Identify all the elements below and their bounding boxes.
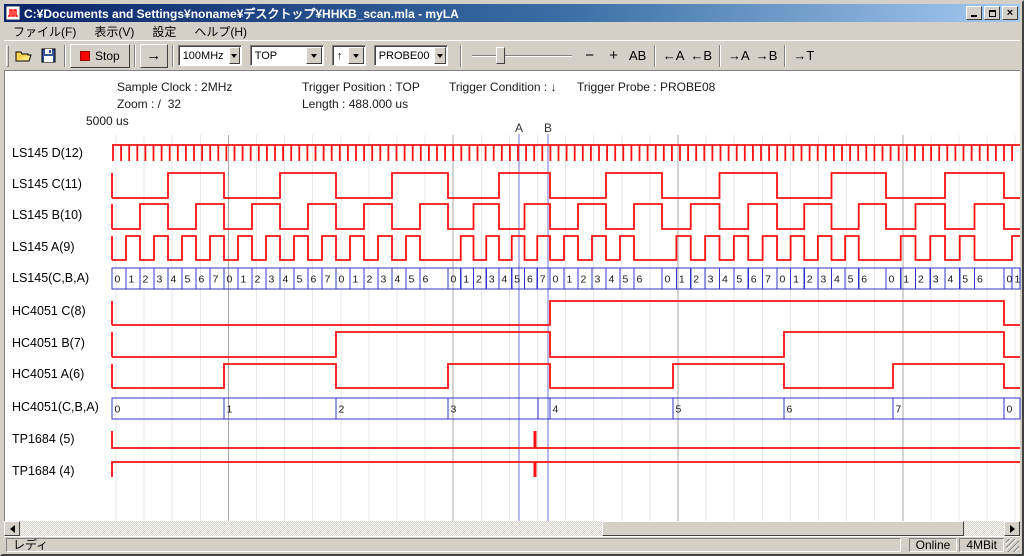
- menu-view[interactable]: 表示(V): [85, 22, 143, 41]
- open-folder-icon: [15, 49, 33, 63]
- channel-label: HC4051(C,B,A): [12, 400, 99, 416]
- channel-label: LS145 A(9): [12, 240, 75, 256]
- save-button[interactable]: [36, 44, 60, 68]
- toolbar-separator: [654, 45, 656, 67]
- title-bar[interactable]: C:¥Documents and Settings¥noname¥デスクトップ¥…: [4, 4, 1020, 22]
- sample-clock-info: Sample Clock : 2MHz: [117, 80, 232, 94]
- stop-button[interactable]: Stop: [70, 44, 130, 68]
- window-title: C:¥Documents and Settings¥noname¥デスクトップ¥…: [24, 5, 966, 22]
- minimize-button[interactable]: [966, 6, 982, 20]
- trigger-edge-value: ↑: [333, 50, 347, 62]
- chevron-down-icon: [311, 54, 317, 58]
- trigger-position-select[interactable]: TOP: [250, 45, 324, 66]
- toolbar-separator: [134, 45, 136, 67]
- channel-label: LS145 C(11): [12, 177, 82, 193]
- channel-label: TP1684 (4): [12, 464, 75, 480]
- status-online-badge: Online: [909, 538, 958, 552]
- run-button[interactable]: →: [140, 44, 168, 68]
- goto-cursor-a-button[interactable]: ←A: [660, 46, 688, 65]
- slider-track: [472, 55, 572, 57]
- channel-label: TP1684 (5): [12, 432, 75, 448]
- chevron-down-icon: [437, 54, 443, 58]
- status-bar: レディ Online 4MBit: [4, 536, 1020, 552]
- stop-label: Stop: [95, 49, 120, 63]
- run-arrow-icon: →: [146, 47, 161, 64]
- status-memory-badge: 4MBit: [959, 538, 1004, 552]
- save-floppy-icon: [41, 48, 56, 63]
- scroll-left-icon: [10, 525, 15, 533]
- channel-label: LS145 D(12): [12, 146, 83, 162]
- trigger-position-value: TOP: [251, 50, 305, 62]
- trigger-condition-arrow: ↓: [551, 80, 557, 94]
- channel-label: HC4051 A(6): [12, 367, 84, 383]
- maximize-icon: [989, 10, 996, 17]
- status-ready: レディ: [6, 538, 901, 552]
- trigger-edge-select[interactable]: ↑: [332, 45, 366, 66]
- trigger-condition-info: Trigger Condition : ↓: [449, 80, 557, 94]
- app-icon: [6, 6, 20, 20]
- toolbar-separator: [172, 45, 174, 67]
- set-cursor-b-button[interactable]: →B: [753, 46, 781, 65]
- resize-grip-icon[interactable]: [1006, 539, 1019, 552]
- zoom-slider[interactable]: [472, 44, 572, 68]
- maximize-button[interactable]: [984, 6, 1000, 20]
- scrollbar-thumb[interactable]: [602, 521, 964, 536]
- trigger-probe-info: Trigger Probe : PROBE08: [577, 80, 715, 94]
- menu-settings[interactable]: 設定: [143, 22, 185, 41]
- sample-clock-value: 100MHz: [179, 50, 228, 62]
- open-file-button[interactable]: [12, 44, 36, 68]
- zoom-out-button[interactable]: −: [578, 45, 602, 66]
- zoom-in-button[interactable]: +: [602, 45, 626, 66]
- app-window: C:¥Documents and Settings¥noname¥デスクトップ¥…: [0, 0, 1024, 556]
- timeline-scale-label: 5000 us: [86, 114, 129, 128]
- minimize-icon: [971, 15, 977, 17]
- chevron-down-icon: [231, 54, 237, 58]
- scroll-right-icon: [1010, 525, 1015, 533]
- goto-trigger-button[interactable]: →T: [790, 46, 817, 65]
- toolbar-grip: [6, 45, 9, 67]
- trigger-probe-select[interactable]: PROBE00: [374, 45, 448, 66]
- menu-file[interactable]: ファイル(F): [4, 22, 85, 41]
- scroll-left-button[interactable]: [4, 521, 20, 536]
- toolbar: Stop → 100MHz TOP ↑ PROBE00 − + AB: [4, 40, 1020, 70]
- dropdown-button[interactable]: [434, 47, 445, 64]
- chevron-down-icon: [353, 54, 359, 58]
- trigger-position-info: Trigger Position : TOP: [302, 80, 420, 94]
- channel-label: LS145(C,B,A): [12, 271, 89, 287]
- menu-help[interactable]: ヘルプ(H): [185, 22, 256, 41]
- dropdown-button[interactable]: [348, 47, 364, 64]
- toolbar-separator: [64, 45, 66, 67]
- slider-thumb[interactable]: [496, 47, 505, 64]
- trigger-probe-value: PROBE00: [375, 50, 434, 62]
- toolbar-separator: [784, 45, 786, 67]
- goto-cursor-b-button[interactable]: ←B: [687, 46, 715, 65]
- close-button[interactable]: ×: [1002, 6, 1018, 20]
- close-icon: ×: [1007, 8, 1013, 18]
- zoom-info: Zoom : / 32: [117, 97, 181, 111]
- toolbar-separator: [719, 45, 721, 67]
- horizontal-scrollbar[interactable]: [4, 521, 1020, 536]
- length-info: Length : 488.000 us: [302, 97, 408, 111]
- waveform-area[interactable]: [4, 70, 1020, 521]
- set-cursor-a-button[interactable]: →A: [725, 46, 753, 65]
- menu-bar: ファイル(F) 表示(V) 設定 ヘルプ(H): [4, 22, 1020, 40]
- channel-label: HC4051 B(7): [12, 336, 85, 352]
- toolbar-separator: [460, 45, 462, 67]
- stop-icon: [80, 51, 90, 61]
- channel-label: LS145 B(10): [12, 208, 82, 224]
- sample-clock-select[interactable]: 100MHz: [178, 45, 242, 66]
- dropdown-button[interactable]: [229, 47, 240, 64]
- zoom-ab-button[interactable]: AB: [626, 46, 650, 65]
- scroll-right-button[interactable]: [1004, 521, 1020, 536]
- dropdown-button[interactable]: [306, 47, 322, 64]
- channel-label: HC4051 C(8): [12, 304, 86, 320]
